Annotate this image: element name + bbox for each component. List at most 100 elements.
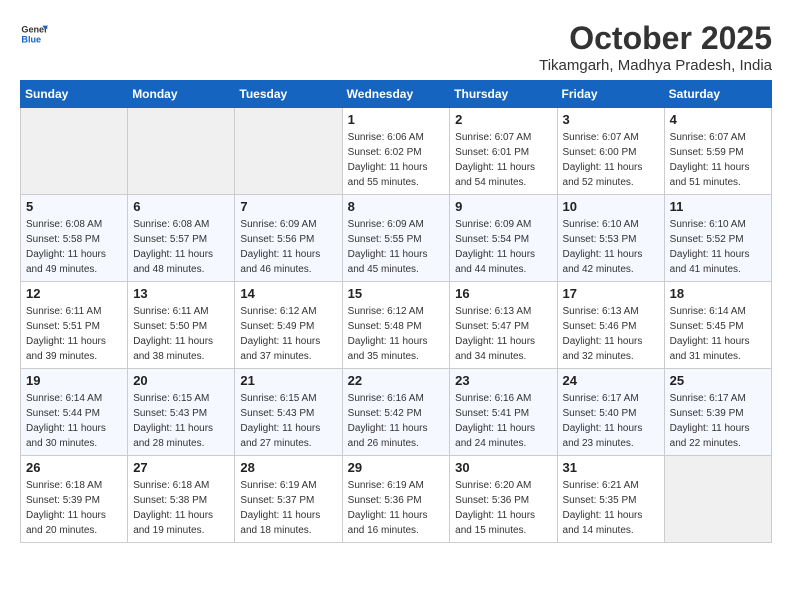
day-number: 25 bbox=[670, 373, 766, 388]
day-info: Sunrise: 6:13 AMSunset: 5:47 PMDaylight:… bbox=[455, 304, 551, 364]
calendar-cell: 17 Sunrise: 6:13 AMSunset: 5:46 PMDayligh… bbox=[557, 282, 664, 369]
weekday-header: Saturday bbox=[664, 81, 771, 108]
day-number: 3 bbox=[563, 112, 659, 127]
calendar-cell: 25 Sunrise: 6:17 AMSunset: 5:39 PMDayligh… bbox=[664, 369, 771, 456]
day-info: Sunrise: 6:17 AMSunset: 5:40 PMDaylight:… bbox=[563, 391, 659, 451]
day-number: 13 bbox=[133, 286, 229, 301]
day-info: Sunrise: 6:11 AMSunset: 5:50 PMDaylight:… bbox=[133, 304, 229, 364]
day-number: 31 bbox=[563, 460, 659, 475]
calendar-cell: 7 Sunrise: 6:09 AMSunset: 5:56 PMDaylight… bbox=[235, 195, 342, 282]
weekday-header: Wednesday bbox=[342, 81, 450, 108]
calendar-cell: 31 Sunrise: 6:21 AMSunset: 5:35 PMDayligh… bbox=[557, 456, 664, 543]
logo: General Blue bbox=[20, 20, 52, 48]
location-title: Tikamgarh, Madhya Pradesh, India bbox=[539, 57, 772, 74]
day-info: Sunrise: 6:14 AMSunset: 5:44 PMDaylight:… bbox=[26, 391, 122, 451]
calendar-cell: 23Sunrise: 6:16 AMSunset: 5:41 PMDayligh… bbox=[450, 369, 557, 456]
calendar-cell bbox=[128, 108, 235, 195]
calendar-week-row: 12Sunrise: 6:11 AMSunset: 5:51 PMDayligh… bbox=[21, 282, 772, 369]
day-info: Sunrise: 6:11 AMSunset: 5:51 PMDaylight:… bbox=[26, 304, 122, 364]
title-area: October 2025 Tikamgarh, Madhya Pradesh, … bbox=[539, 20, 772, 74]
day-number: 1 bbox=[348, 112, 445, 127]
page-header: General Blue October 2025 Tikamgarh, Mad… bbox=[20, 20, 772, 74]
day-info: Sunrise: 6:21 AMSunset: 5:35 PMDaylight:… bbox=[563, 478, 659, 538]
calendar-cell: 3 Sunrise: 6:07 AMSunset: 6:00 PMDaylight… bbox=[557, 108, 664, 195]
day-number: 18 bbox=[670, 286, 766, 301]
weekday-header: Monday bbox=[128, 81, 235, 108]
calendar-cell: 14Sunrise: 6:12 AMSunset: 5:49 PMDayligh… bbox=[235, 282, 342, 369]
day-info: Sunrise: 6:09 AMSunset: 5:54 PMDaylight:… bbox=[455, 217, 551, 277]
weekday-header: Tuesday bbox=[235, 81, 342, 108]
day-info: Sunrise: 6:07 AMSunset: 6:00 PMDaylight:… bbox=[563, 130, 659, 190]
day-info: Sunrise: 6:06 AMSunset: 6:02 PMDaylight:… bbox=[348, 130, 445, 190]
day-number: 28 bbox=[240, 460, 336, 475]
day-number: 10 bbox=[563, 199, 659, 214]
day-info: Sunrise: 6:09 AMSunset: 5:56 PMDaylight:… bbox=[240, 217, 336, 277]
day-info: Sunrise: 6:14 AMSunset: 5:45 PMDaylight:… bbox=[670, 304, 766, 364]
calendar-week-row: 1 Sunrise: 6:06 AMSunset: 6:02 PMDaylight… bbox=[21, 108, 772, 195]
day-info: Sunrise: 6:16 AMSunset: 5:41 PMDaylight:… bbox=[455, 391, 551, 451]
day-number: 26 bbox=[26, 460, 122, 475]
calendar-cell: 24Sunrise: 6:17 AMSunset: 5:40 PMDayligh… bbox=[557, 369, 664, 456]
day-number: 8 bbox=[348, 199, 445, 214]
day-number: 17 bbox=[563, 286, 659, 301]
day-info: Sunrise: 6:10 AMSunset: 5:53 PMDaylight:… bbox=[563, 217, 659, 277]
day-number: 14 bbox=[240, 286, 336, 301]
day-number: 22 bbox=[348, 373, 445, 388]
calendar-cell: 16 Sunrise: 6:13 AMSunset: 5:47 PMDayligh… bbox=[450, 282, 557, 369]
weekday-header: Friday bbox=[557, 81, 664, 108]
day-number: 16 bbox=[455, 286, 551, 301]
day-info: Sunrise: 6:19 AMSunset: 5:36 PMDaylight:… bbox=[348, 478, 445, 538]
day-number: 6 bbox=[133, 199, 229, 214]
logo-icon: General Blue bbox=[20, 20, 48, 48]
day-number: 4 bbox=[670, 112, 766, 127]
calendar-cell: 19 Sunrise: 6:14 AMSunset: 5:44 PMDayligh… bbox=[21, 369, 128, 456]
calendar-week-row: 5Sunrise: 6:08 AMSunset: 5:58 PMDaylight… bbox=[21, 195, 772, 282]
day-number: 19 bbox=[26, 373, 122, 388]
calendar-cell: 18 Sunrise: 6:14 AMSunset: 5:45 PMDayligh… bbox=[664, 282, 771, 369]
day-info: Sunrise: 6:07 AMSunset: 6:01 PMDaylight:… bbox=[455, 130, 551, 190]
month-title: October 2025 bbox=[539, 20, 772, 57]
calendar-cell bbox=[21, 108, 128, 195]
calendar-cell: 11 Sunrise: 6:10 AMSunset: 5:52 PMDayligh… bbox=[664, 195, 771, 282]
day-info: Sunrise: 6:20 AMSunset: 5:36 PMDaylight:… bbox=[455, 478, 551, 538]
calendar-cell: 20 Sunrise: 6:15 AMSunset: 5:43 PMDayligh… bbox=[128, 369, 235, 456]
day-number: 20 bbox=[133, 373, 229, 388]
calendar-week-row: 19 Sunrise: 6:14 AMSunset: 5:44 PMDayligh… bbox=[21, 369, 772, 456]
calendar-header-row: SundayMondayTuesdayWednesdayThursdayFrid… bbox=[21, 81, 772, 108]
day-info: Sunrise: 6:15 AMSunset: 5:43 PMDaylight:… bbox=[133, 391, 229, 451]
day-number: 2 bbox=[455, 112, 551, 127]
day-number: 5 bbox=[26, 199, 122, 214]
day-info: Sunrise: 6:19 AMSunset: 5:37 PMDaylight:… bbox=[240, 478, 336, 538]
calendar-table: SundayMondayTuesdayWednesdayThursdayFrid… bbox=[20, 80, 772, 543]
calendar-cell bbox=[664, 456, 771, 543]
day-number: 11 bbox=[670, 199, 766, 214]
day-info: Sunrise: 6:18 AMSunset: 5:38 PMDaylight:… bbox=[133, 478, 229, 538]
day-number: 7 bbox=[240, 199, 336, 214]
day-info: Sunrise: 6:07 AMSunset: 5:59 PMDaylight:… bbox=[670, 130, 766, 190]
day-info: Sunrise: 6:18 AMSunset: 5:39 PMDaylight:… bbox=[26, 478, 122, 538]
calendar-cell: 1 Sunrise: 6:06 AMSunset: 6:02 PMDaylight… bbox=[342, 108, 450, 195]
weekday-header: Sunday bbox=[21, 81, 128, 108]
calendar-cell: 26 Sunrise: 6:18 AMSunset: 5:39 PMDayligh… bbox=[21, 456, 128, 543]
calendar-cell: 2 Sunrise: 6:07 AMSunset: 6:01 PMDaylight… bbox=[450, 108, 557, 195]
day-number: 9 bbox=[455, 199, 551, 214]
calendar-cell: 28 Sunrise: 6:19 AMSunset: 5:37 PMDayligh… bbox=[235, 456, 342, 543]
calendar-week-row: 26 Sunrise: 6:18 AMSunset: 5:39 PMDayligh… bbox=[21, 456, 772, 543]
day-number: 30 bbox=[455, 460, 551, 475]
calendar-cell: 27Sunrise: 6:18 AMSunset: 5:38 PMDayligh… bbox=[128, 456, 235, 543]
calendar-cell: 30 Sunrise: 6:20 AMSunset: 5:36 PMDayligh… bbox=[450, 456, 557, 543]
weekday-header: Thursday bbox=[450, 81, 557, 108]
day-info: Sunrise: 6:13 AMSunset: 5:46 PMDaylight:… bbox=[563, 304, 659, 364]
calendar-cell: 5Sunrise: 6:08 AMSunset: 5:58 PMDaylight… bbox=[21, 195, 128, 282]
day-info: Sunrise: 6:09 AMSunset: 5:55 PMDaylight:… bbox=[348, 217, 445, 277]
day-number: 15 bbox=[348, 286, 445, 301]
calendar-cell: 8 Sunrise: 6:09 AMSunset: 5:55 PMDaylight… bbox=[342, 195, 450, 282]
day-info: Sunrise: 6:12 AMSunset: 5:48 PMDaylight:… bbox=[348, 304, 445, 364]
calendar-cell: 9 Sunrise: 6:09 AMSunset: 5:54 PMDaylight… bbox=[450, 195, 557, 282]
day-info: Sunrise: 6:15 AMSunset: 5:43 PMDaylight:… bbox=[240, 391, 336, 451]
day-info: Sunrise: 6:08 AMSunset: 5:57 PMDaylight:… bbox=[133, 217, 229, 277]
day-info: Sunrise: 6:16 AMSunset: 5:42 PMDaylight:… bbox=[348, 391, 445, 451]
calendar-cell: 10 Sunrise: 6:10 AMSunset: 5:53 PMDayligh… bbox=[557, 195, 664, 282]
day-info: Sunrise: 6:10 AMSunset: 5:52 PMDaylight:… bbox=[670, 217, 766, 277]
day-info: Sunrise: 6:17 AMSunset: 5:39 PMDaylight:… bbox=[670, 391, 766, 451]
